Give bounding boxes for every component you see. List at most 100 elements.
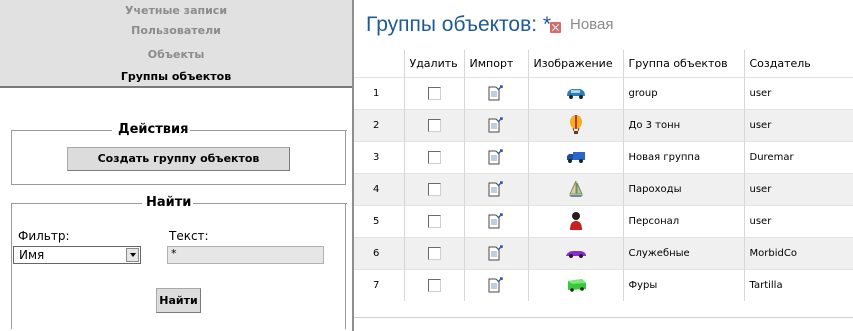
- import-cell: [463, 236, 528, 269]
- left-panel: Учетные записи Пользователи Объекты Груп…: [0, 0, 352, 331]
- table-row[interactable]: 5 Персонал user: [354, 204, 853, 237]
- find-button[interactable]: Найти: [156, 288, 201, 313]
- group-name: Персонал: [622, 204, 744, 237]
- delete-checkbox[interactable]: [427, 278, 441, 292]
- delete-checkbox[interactable]: [427, 86, 441, 100]
- image-cell: [527, 108, 623, 141]
- tab-new[interactable]: Новая: [570, 16, 613, 33]
- tab-bar: Группы объектов: * Новая: [354, 0, 853, 46]
- table-row[interactable]: 6 Служебные MorbidCo: [354, 236, 853, 269]
- import-cell: [463, 172, 528, 205]
- filter-label: Фильтр:: [18, 229, 70, 243]
- delete-cell: [403, 76, 464, 109]
- delete-cell: [403, 140, 464, 173]
- row-number: 3: [354, 140, 404, 173]
- delete-checkbox[interactable]: [427, 214, 441, 228]
- fieldset-top-border: [192, 203, 347, 204]
- delete-cell: [403, 108, 464, 141]
- blue-truck-icon: [566, 152, 585, 163]
- right-panel: Группы объектов: * Новая Удалить Импорт …: [354, 0, 853, 331]
- group-name: group: [622, 76, 744, 109]
- group-name: Пароходы: [622, 172, 744, 205]
- delete-checkbox[interactable]: [427, 118, 441, 132]
- creator-name: MorbidCo: [743, 236, 853, 269]
- chevron-down-icon[interactable]: [126, 248, 139, 262]
- column-header-import: Импорт: [463, 50, 528, 77]
- row-number: 2: [354, 108, 404, 141]
- row-number: 1: [354, 76, 404, 109]
- actions-legend: Действия: [116, 122, 191, 138]
- import-icon[interactable]: [487, 212, 505, 230]
- image-cell: [527, 268, 623, 301]
- creator-name: Tartilla: [743, 268, 853, 301]
- import-cell: [463, 108, 528, 141]
- fieldset-top-border: [190, 130, 347, 131]
- hot-air-balloon-icon: [569, 115, 582, 134]
- table-row[interactable]: 2 До 3 тонн user: [354, 108, 853, 141]
- fieldset-top-border: [12, 203, 142, 204]
- import-cell: [463, 204, 528, 237]
- delete-cell: [403, 172, 464, 205]
- filter-select[interactable]: Имя: [13, 246, 141, 264]
- delete-checkbox[interactable]: [427, 150, 441, 164]
- row-number: 6: [354, 236, 404, 269]
- import-icon[interactable]: [487, 116, 505, 134]
- image-cell: [527, 236, 623, 269]
- table-header-row: Удалить Импорт Изображение Группа объект…: [354, 50, 853, 77]
- column-header-image: Изображение: [527, 50, 623, 77]
- import-icon[interactable]: [487, 148, 505, 166]
- filter-select-value: Имя: [19, 248, 45, 262]
- creator-name: user: [743, 172, 853, 205]
- creator-name: user: [743, 76, 853, 109]
- create-group-button[interactable]: Создать группу объектов: [67, 147, 290, 171]
- creator-name: user: [743, 108, 853, 141]
- delete-cell: [403, 204, 464, 237]
- page-title: Группы объектов: *: [366, 13, 552, 36]
- import-icon[interactable]: [487, 180, 505, 198]
- object-groups-table: Удалить Импорт Изображение Группа объект…: [354, 50, 853, 301]
- creator-name: Duremar: [743, 140, 853, 173]
- purple-car-icon: [565, 251, 586, 258]
- column-header-creator: Создатель: [743, 50, 853, 77]
- import-cell: [463, 268, 528, 301]
- import-icon[interactable]: [487, 84, 505, 102]
- nav-item-objects[interactable]: Объекты: [0, 41, 352, 64]
- import-cell: [463, 140, 528, 173]
- table-bottom-border: [354, 317, 853, 318]
- image-cell: [527, 204, 623, 237]
- close-tab-icon[interactable]: [550, 22, 561, 33]
- import-cell: [463, 76, 528, 109]
- search-text-input[interactable]: *: [167, 246, 324, 264]
- find-fieldset: Найти Фильтр: Текст: Имя * Найти: [11, 195, 347, 329]
- green-truck-icon: [567, 279, 586, 293]
- import-icon[interactable]: [487, 244, 505, 262]
- image-cell: [527, 76, 623, 109]
- nav-divider: [0, 86, 352, 88]
- column-header-delete: Удалить: [403, 50, 464, 77]
- table-row[interactable]: 1 group user: [354, 76, 853, 109]
- table-row[interactable]: 4 Пароходы user: [354, 172, 853, 205]
- row-number: 5: [354, 204, 404, 237]
- group-name: До 3 тонн: [622, 108, 744, 141]
- delete-cell: [403, 236, 464, 269]
- text-label: Текст:: [169, 229, 209, 243]
- delete-cell: [403, 268, 464, 301]
- row-number: 7: [354, 268, 404, 301]
- blue-car-icon: [566, 89, 585, 99]
- creator-name: user: [743, 204, 853, 237]
- table-row[interactable]: 7 Фуры Tartilla: [354, 268, 853, 301]
- table-row[interactable]: 3 Новая группа Duremar: [354, 140, 853, 173]
- column-header-group: Группа объектов: [622, 50, 744, 77]
- delete-checkbox[interactable]: [427, 182, 441, 196]
- nav-item-object-groups[interactable]: Группы объектов: [0, 64, 352, 86]
- actions-fieldset: Действия Создать группу объектов: [11, 122, 347, 185]
- nav-item-users[interactable]: Пользователи: [0, 21, 352, 41]
- import-icon[interactable]: [487, 276, 505, 294]
- sailboat-icon: [568, 180, 583, 197]
- delete-checkbox[interactable]: [427, 246, 441, 260]
- group-name: Служебные: [622, 236, 744, 269]
- group-name: Фуры: [622, 268, 744, 301]
- row-number: 4: [354, 172, 404, 205]
- nav-item-accounts[interactable]: Учетные записи: [0, 0, 352, 21]
- image-cell: [527, 172, 623, 205]
